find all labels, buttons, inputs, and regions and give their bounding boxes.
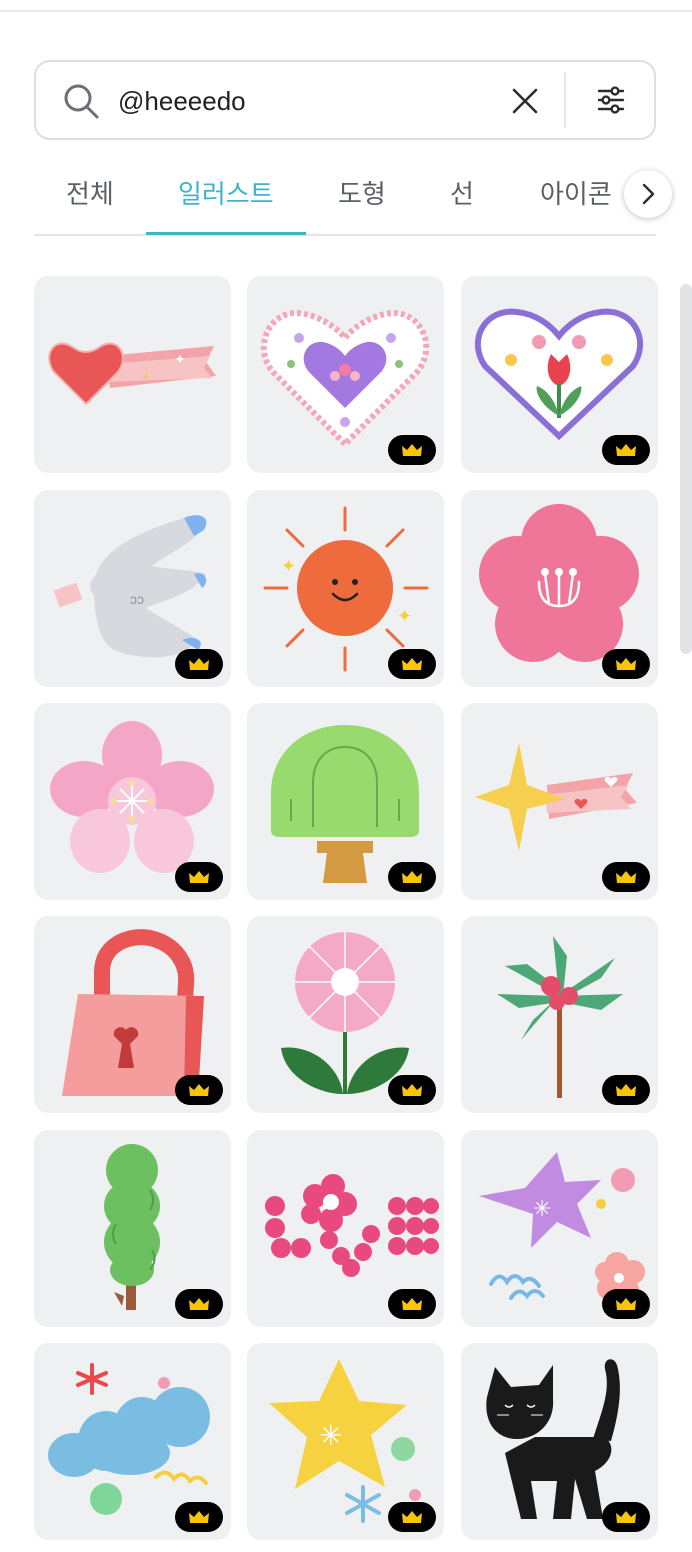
crown-icon [189, 658, 209, 670]
category-tabs: 전체 일러스트 도형 선 아이콘 [34, 160, 672, 236]
crown-icon [616, 1084, 636, 1096]
crown-icon [402, 658, 422, 670]
crown-icon [616, 1511, 636, 1523]
result-card[interactable] [34, 1343, 231, 1540]
crown-icon [402, 871, 422, 883]
result-card[interactable]: ✦ ✦ [34, 276, 231, 473]
crown-icon [616, 871, 636, 883]
svg-text:ↄↄ: ↄↄ [130, 591, 144, 607]
tab-all[interactable]: 전체 [66, 174, 114, 211]
result-card[interactable] [34, 703, 231, 900]
result-card[interactable] [247, 276, 444, 473]
premium-badge [175, 1289, 223, 1319]
crown-icon [189, 1084, 209, 1096]
filter-sliders-icon[interactable] [596, 84, 626, 116]
result-card[interactable] [34, 1130, 231, 1327]
crown-icon [189, 871, 209, 883]
svg-text:✦: ✦ [397, 606, 412, 626]
active-tab-indicator [146, 232, 306, 235]
premium-badge [175, 649, 223, 679]
crown-icon [402, 444, 422, 456]
crown-icon [402, 1511, 422, 1523]
premium-badge [388, 1502, 436, 1532]
tab-line[interactable]: 선 [450, 174, 474, 211]
tabs-next-button[interactable] [624, 170, 672, 218]
crown-icon [189, 1511, 209, 1523]
result-card[interactable] [34, 916, 231, 1113]
result-card[interactable]: ✦ ✦ [247, 490, 444, 687]
search-icon [64, 84, 99, 119]
premium-badge [602, 862, 650, 892]
premium-badge [388, 649, 436, 679]
crown-icon [189, 1298, 209, 1310]
top-divider [0, 0, 692, 12]
premium-badge [388, 1289, 436, 1319]
premium-badge [175, 1502, 223, 1532]
premium-badge [602, 1075, 650, 1105]
result-card[interactable] [461, 490, 658, 687]
close-icon[interactable] [510, 86, 540, 116]
result-card[interactable] [247, 1130, 444, 1327]
search-divider [564, 72, 566, 128]
premium-badge [602, 1502, 650, 1532]
premium-badge [602, 1289, 650, 1319]
premium-badge [388, 435, 436, 465]
svg-text:✦: ✦ [174, 351, 186, 367]
premium-badge [175, 1075, 223, 1105]
result-card[interactable] [461, 1343, 658, 1540]
premium-badge [175, 862, 223, 892]
premium-badge [602, 435, 650, 465]
result-card[interactable] [247, 703, 444, 900]
search-input[interactable]: @heeeedo [118, 84, 246, 118]
chevron-right-icon [642, 183, 655, 205]
premium-badge [602, 649, 650, 679]
svg-text:✳: ✳ [533, 1196, 551, 1221]
result-card[interactable] [461, 916, 658, 1113]
result-card[interactable] [461, 276, 658, 473]
scrollbar[interactable] [680, 284, 692, 654]
tab-icon[interactable]: 아이콘 [540, 174, 612, 211]
svg-text:✦: ✦ [142, 372, 150, 383]
premium-badge [388, 1075, 436, 1105]
svg-text:✳: ✳ [319, 1420, 342, 1451]
crown-icon [616, 658, 636, 670]
crown-icon [402, 1298, 422, 1310]
crown-icon [616, 444, 636, 456]
search-bar: @heeeedo [34, 60, 656, 140]
heart-shooting-star-illustration: ✦ ✦ [48, 342, 216, 406]
result-card[interactable] [461, 703, 658, 900]
premium-badge [388, 862, 436, 892]
result-card[interactable]: ✳ [247, 1343, 444, 1540]
crown-icon [402, 1084, 422, 1096]
svg-text:✦: ✦ [281, 556, 296, 576]
tab-illustration[interactable]: 일러스트 [178, 174, 274, 211]
result-card[interactable]: ↄↄ [34, 490, 231, 687]
result-card[interactable]: ✳ [461, 1130, 658, 1327]
result-card[interactable] [247, 916, 444, 1113]
crown-icon [616, 1298, 636, 1310]
tab-shape[interactable]: 도형 [338, 174, 386, 211]
